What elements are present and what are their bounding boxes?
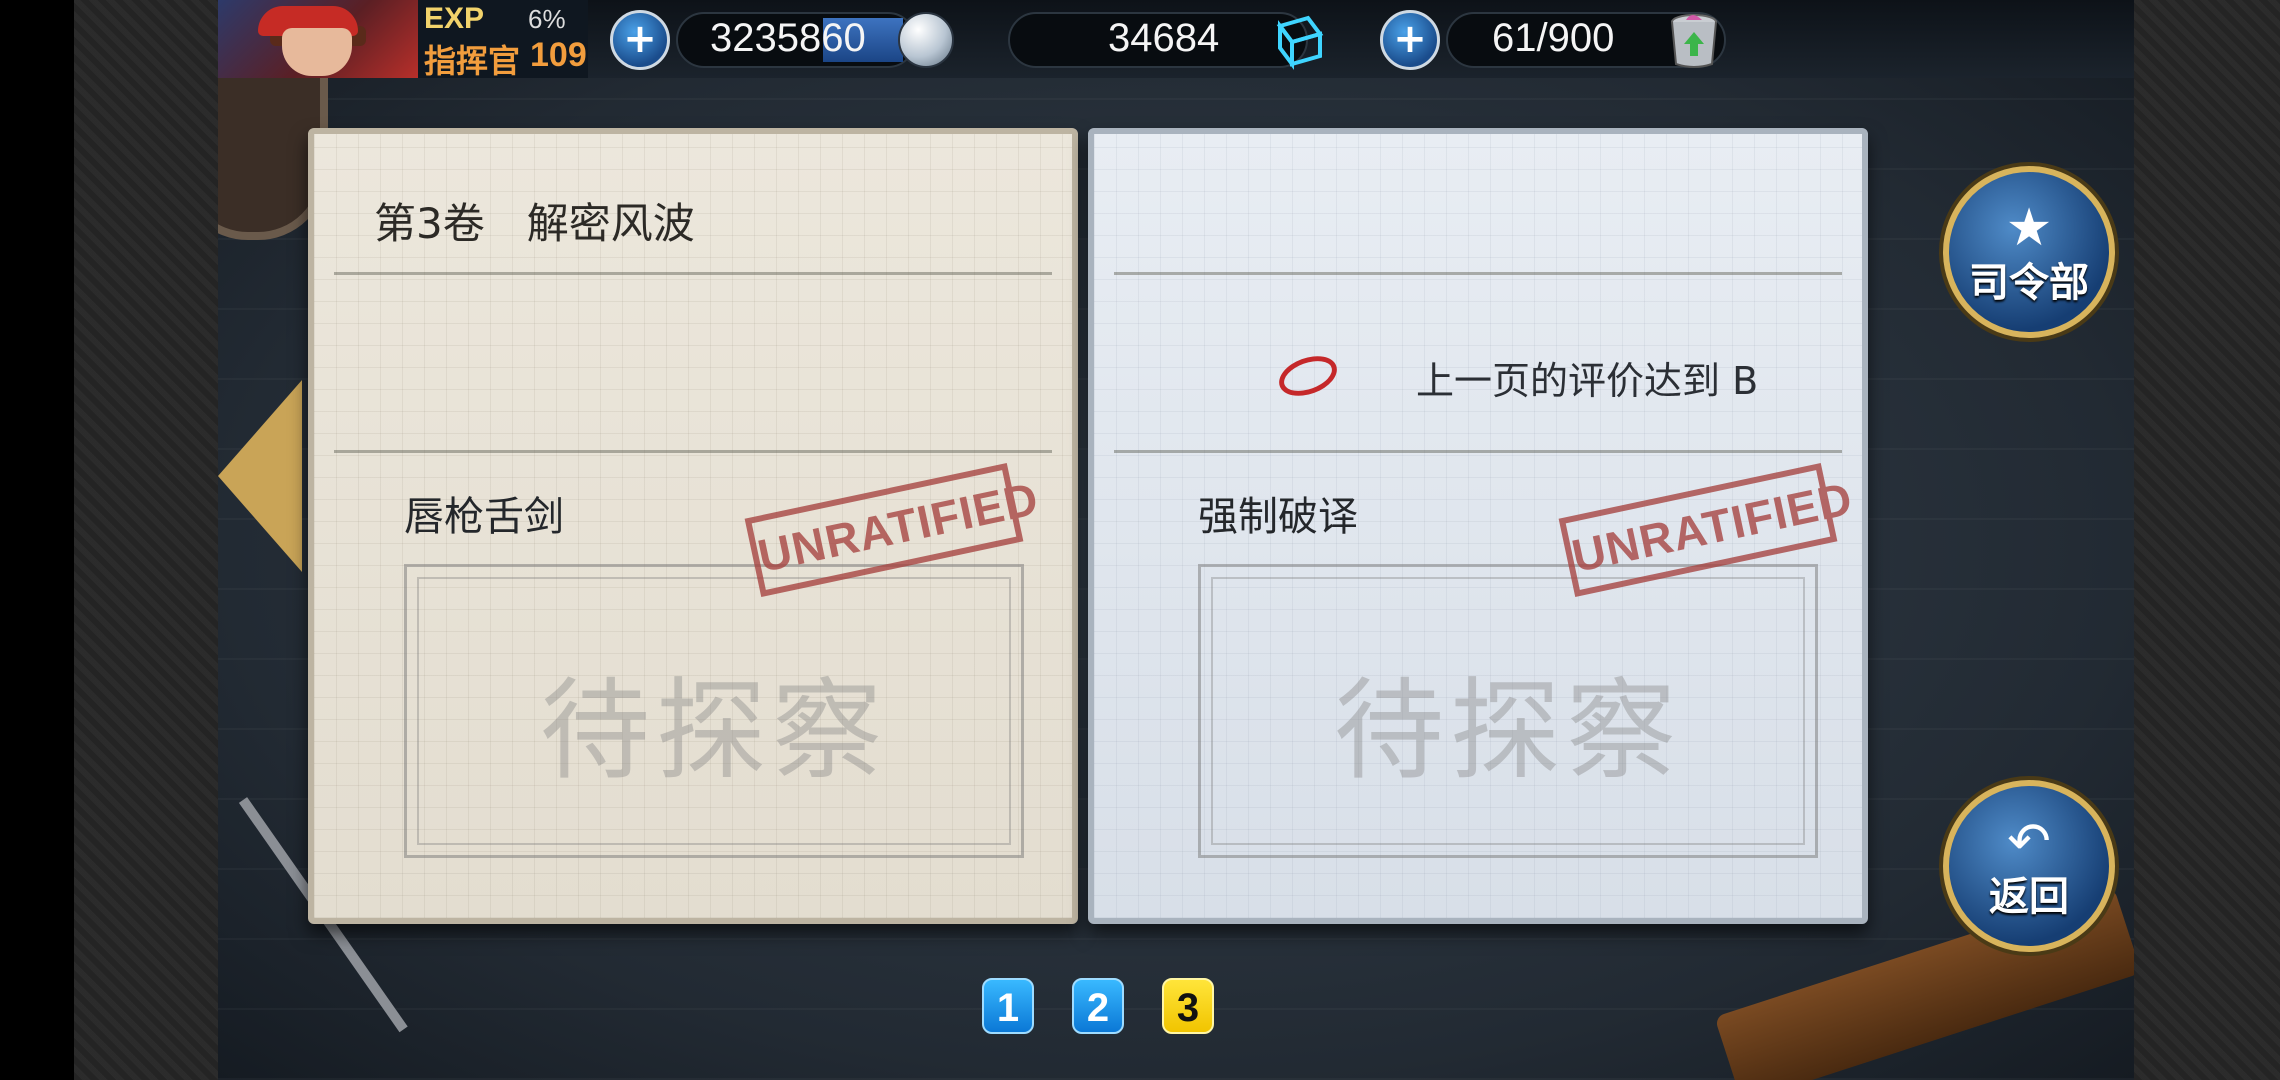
headquarters-label: 司令部 (1969, 260, 2089, 306)
exp-percent: 6% (528, 4, 566, 34)
back-label: 返回 (1989, 874, 2069, 920)
page-divider (1114, 272, 1842, 275)
unlock-requirement: 上一页的评价达到 B (1416, 359, 1759, 403)
page-button-3[interactable]: 3 (1162, 978, 1214, 1034)
page-indicator: 1 2 3 (982, 978, 1214, 1034)
game-stage: EXP 6% 指挥官 109 + 3235860 34684 + 61/900 … (218, 0, 2134, 1080)
previous-page-arrow[interactable] (218, 380, 302, 572)
page-divider (334, 450, 1052, 453)
commander-avatar[interactable] (218, 0, 418, 78)
add-coins-button[interactable]: + (610, 10, 670, 70)
requirement-mark-icon (1273, 348, 1343, 404)
pending-label: 待探察 (1334, 667, 1682, 795)
cube-icon (1276, 15, 1324, 70)
energy-value: 61/900 (1492, 16, 1615, 60)
right-page: 上一页的评价达到 B 强制破译 待探察 UNRATIFIED (1088, 128, 1868, 924)
return-arrow-icon: ↶ (2007, 812, 2051, 872)
pending-label: 待探察 (540, 667, 888, 795)
stage-slot[interactable]: 待探察 (1198, 564, 1818, 858)
background-texture-left (74, 0, 218, 1080)
stage-name: 唇枪舌剑 (404, 494, 564, 540)
exp-label: EXP (424, 2, 485, 35)
headquarters-button[interactable]: ★ 司令部 (1943, 166, 2115, 338)
page-divider (1114, 450, 1842, 453)
stage-name: 强制破译 (1198, 494, 1358, 540)
player-level: 109 (530, 36, 587, 74)
back-button[interactable]: ↶ 返回 (1943, 780, 2115, 952)
shield-star-icon: ★ (2005, 198, 2053, 258)
avatar-face (282, 28, 352, 76)
page-button-1[interactable]: 1 (982, 978, 1034, 1034)
add-energy-button[interactable]: + (1380, 10, 1440, 70)
paint-bucket-icon (1671, 14, 1717, 68)
coins-value: 3235860 (710, 16, 866, 60)
stage-slot[interactable]: 待探察 (404, 564, 1024, 858)
silver-coin-icon (898, 12, 954, 68)
page-divider (334, 272, 1052, 275)
top-hud: EXP 6% 指挥官 109 + 3235860 34684 + 61/900 (218, 0, 2134, 80)
chapter-title: 第3卷 解密风波 (374, 199, 695, 248)
rank-title: 指挥官 (424, 42, 521, 80)
cubes-value: 34684 (1108, 16, 1220, 60)
letterbox-left (0, 0, 74, 1080)
page-button-2[interactable]: 2 (1072, 978, 1124, 1034)
background-texture-right (2134, 0, 2280, 1080)
left-page: 第3卷 解密风波 唇枪舌剑 待探察 UNRATIFIED (308, 128, 1078, 924)
